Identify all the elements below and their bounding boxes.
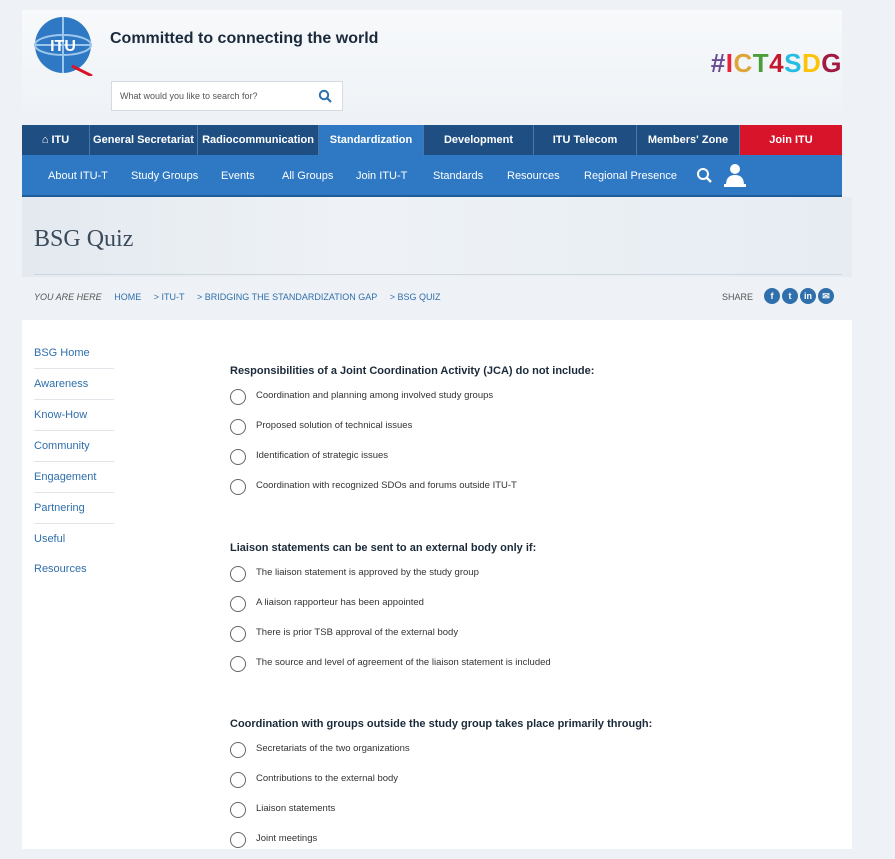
answer-option[interactable]: The liaison statement is approved by the… <box>230 563 850 593</box>
nav-members-zone[interactable]: Members' Zone <box>637 125 740 155</box>
quiz-question: Responsibilities of a Joint Coordination… <box>230 365 850 506</box>
radio-button[interactable] <box>230 742 246 758</box>
site-tagline: Committed to connecting the world <box>110 30 379 47</box>
question-text: Responsibilities of a Joint Coordination… <box>230 365 595 377</box>
radio-button[interactable] <box>230 419 246 435</box>
breadcrumb-itu-t[interactable]: > ITU-T <box>154 292 185 302</box>
search-icon[interactable] <box>696 167 712 183</box>
itu-logo[interactable]: ITU <box>32 14 94 78</box>
radio-button[interactable] <box>230 449 246 465</box>
page-margin <box>852 197 895 849</box>
sidebar-item-know-how[interactable]: Know-How <box>34 399 114 430</box>
sidebar-item-bsg-home[interactable]: BSG Home <box>34 338 114 368</box>
breadcrumb-prefix: YOU ARE HERE <box>34 292 102 302</box>
page: ITU Committed to connecting the world #I… <box>0 0 895 849</box>
answer-label: The liaison statement is approved by the… <box>256 567 479 578</box>
answer-label: Liaison statements <box>256 803 336 814</box>
answer-option[interactable]: Coordination and planning among involved… <box>230 386 850 416</box>
linkedin-icon[interactable]: in <box>800 288 816 304</box>
nav-development[interactable]: Development <box>424 125 534 155</box>
answer-option[interactable]: Secretariats of the two organizations <box>230 739 850 769</box>
answer-label: Contributions to the external body <box>256 773 399 784</box>
subnav-all-groups[interactable]: All Groups <box>282 170 333 182</box>
subnav-events[interactable]: Events <box>221 170 255 182</box>
search-icon[interactable] <box>318 89 332 103</box>
home-icon: ⌂ <box>41 134 49 146</box>
radio-button[interactable] <box>230 566 246 582</box>
radio-button[interactable] <box>230 596 246 612</box>
page-banner <box>22 197 852 277</box>
sidebar-item-awareness[interactable]: Awareness <box>34 368 114 399</box>
answer-label: Identification of strategic issues <box>256 450 389 461</box>
question-text: Coordination with groups outside the stu… <box>230 718 653 730</box>
twitter-icon[interactable]: t <box>782 288 798 304</box>
user-account-icon[interactable] <box>724 163 746 187</box>
subnav-resources[interactable]: Resources <box>507 170 560 182</box>
email-icon[interactable]: ✉ <box>818 288 834 304</box>
sidebar-item-partnering[interactable]: Partnering <box>34 492 114 523</box>
answer-option[interactable]: There is prior TSB approval of the exter… <box>230 623 850 653</box>
sidebar-item-community[interactable]: Community <box>34 430 114 461</box>
share-icons: f t in ✉ <box>764 288 834 304</box>
primary-nav: ⌂ ITU General Secretariat Radiocommunica… <box>22 125 842 155</box>
radio-button[interactable] <box>230 772 246 788</box>
answer-label: Joint meetings <box>256 833 318 844</box>
breadcrumb-home[interactable]: HOME <box>114 292 141 302</box>
answer-option[interactable]: Coordination with recognized SDOs and fo… <box>230 476 850 506</box>
answer-option[interactable]: The source and level of agreement of the… <box>230 653 850 683</box>
radio-button[interactable] <box>230 626 246 642</box>
page-title: BSG Quiz <box>34 226 134 252</box>
nav-radiocommunication[interactable]: Radiocommunication <box>198 125 319 155</box>
nav-itu-home[interactable]: ⌂ ITU <box>22 125 90 155</box>
sidebar: BSG Home Awareness Know-How Community En… <box>34 338 114 575</box>
search-input[interactable]: What would you like to search for? <box>111 81 343 111</box>
answer-option[interactable]: Proposed solution of technical issues <box>230 416 850 446</box>
answer-option[interactable]: Identification of strategic issues <box>230 446 850 476</box>
radio-button[interactable] <box>230 479 246 495</box>
nav-general-secretariat[interactable]: General Secretariat <box>90 125 198 155</box>
svg-text:ITU: ITU <box>50 38 76 55</box>
answer-label: Coordination and planning among involved… <box>256 390 494 401</box>
subnav-join-itu-t[interactable]: Join ITU-T <box>356 170 407 182</box>
answer-option[interactable]: A liaison rapporteur has been appointed <box>230 593 850 623</box>
radio-button[interactable] <box>230 832 246 848</box>
answer-option[interactable]: Liaison statements <box>230 799 850 829</box>
answer-label: The source and level of agreement of the… <box>256 657 551 668</box>
question-text: Liaison statements can be sent to an ext… <box>230 542 537 554</box>
nav-itu-telecom[interactable]: ITU Telecom <box>534 125 637 155</box>
answer-option[interactable]: Joint meetings <box>230 829 850 859</box>
divider <box>34 274 842 275</box>
answer-label: Coordination with recognized SDOs and fo… <box>256 480 517 491</box>
breadcrumb-bsg[interactable]: > BRIDGING THE STANDARDIZATION GAP <box>197 292 377 302</box>
subnav-about-itu-t[interactable]: About ITU-T <box>48 170 108 182</box>
radio-button[interactable] <box>230 656 246 672</box>
answer-option[interactable]: Contributions to the external body <box>230 769 850 799</box>
answer-label: There is prior TSB approval of the exter… <box>256 627 459 638</box>
share-label: SHARE <box>722 292 754 302</box>
secondary-nav: About ITU-T Study Groups Events All Grou… <box>22 155 842 197</box>
search-placeholder: What would you like to search for? <box>120 91 258 101</box>
main-content: BSG Home Awareness Know-How Community En… <box>22 320 852 849</box>
breadcrumb: YOU ARE HERE HOME > ITU-T > BRIDGING THE… <box>34 292 451 302</box>
breadcrumb-current: > BSG QUIZ <box>389 292 441 302</box>
quiz-question: Liaison statements can be sent to an ext… <box>230 542 850 683</box>
sidebar-item-engagement[interactable]: Engagement <box>34 461 114 492</box>
site-header: ITU Committed to connecting the world #I… <box>22 10 842 122</box>
radio-button[interactable] <box>230 802 246 818</box>
answer-label: Proposed solution of technical issues <box>256 420 413 431</box>
subnav-study-groups[interactable]: Study Groups <box>131 170 198 182</box>
quiz-question: Coordination with groups outside the stu… <box>230 718 850 859</box>
nav-join-itu[interactable]: Join ITU <box>740 125 842 155</box>
ict4sdg-logo: #ICT4SDG <box>710 48 842 78</box>
sidebar-item-useful-resources[interactable]: Useful Resources <box>34 523 114 575</box>
answer-label: A liaison rapporteur has been appointed <box>256 597 424 608</box>
radio-button[interactable] <box>230 389 246 405</box>
facebook-icon[interactable]: f <box>764 288 780 304</box>
nav-standardization[interactable]: Standardization <box>319 125 424 155</box>
subnav-regional-presence[interactable]: Regional Presence <box>584 170 677 182</box>
subnav-standards[interactable]: Standards <box>433 170 483 182</box>
answer-label: Secretariats of the two organizations <box>256 743 410 754</box>
